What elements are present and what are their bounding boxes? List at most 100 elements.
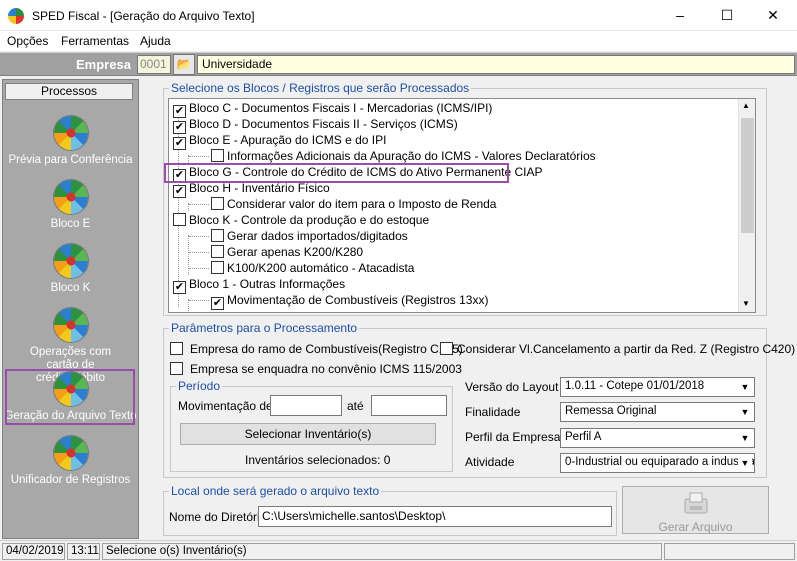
empresa-name-field: Universidade [197,55,795,74]
menu-bar: Opções Ferramentas Ajuda [0,31,797,51]
tree-item-checkbox[interactable]: ✔ [173,185,186,198]
perfil-label: Perfil da Empresa [465,430,561,444]
process-icon [53,308,88,342]
atividade-label: Atividade [465,455,515,469]
menu-opcoes[interactable]: Opções [7,34,48,48]
generate-file-icon [684,492,707,514]
tree-item-label: Considerar valor do item para o Imposto … [227,197,497,211]
scroll-up-icon[interactable]: ▲ [742,101,750,110]
tree-item[interactable]: ✔ Bloco D - Documentos Fiscais II - Servi… [173,116,458,134]
tree-item[interactable]: Considerar valor do item para o Imposto … [189,196,497,212]
sidebar-item-unificador[interactable]: Unificador de Registros [4,436,137,487]
status-extra [664,543,795,560]
blocos-legend: Selecione os Blocos / Registros que serã… [169,81,472,95]
chevron-down-icon: ▼ [740,433,750,443]
atividade-select[interactable]: 0-Industrial ou equiparado a industrial ▼ [560,453,755,473]
active-item-highlight [5,369,135,425]
versao-label: Versão do Layout [465,380,559,394]
tree-item-checkbox[interactable] [211,261,224,274]
tree-item-label: Bloco E - Apuração do ICMS e do IPI [189,133,387,147]
finalidade-value: Remessa Original [565,405,657,417]
status-time: 13:11 [67,543,100,560]
versao-select[interactable]: 1.0.11 - Cotepe 01/01/2018 ▼ [560,377,755,397]
scroll-thumb[interactable] [741,118,754,233]
process-icon [53,116,88,150]
gerar-arquivo-button[interactable]: Gerar Arquivo [622,486,769,534]
window-title: SPED Fiscal - [Geração do Arquivo Texto] [32,9,255,23]
tree-item[interactable]: K100/K200 automático - Atacadista [189,260,414,276]
menu-ajuda[interactable]: Ajuda [140,34,171,48]
empresa-code-field[interactable]: 0001 [137,55,171,74]
blocos-tree[interactable]: ✔ Bloco C - Documentos Fiscais I - Mercad… [168,98,756,313]
convenio-checkbox[interactable] [170,362,183,375]
versao-value: 1.0.11 - Cotepe 01/01/2018 [565,380,705,392]
tree-item[interactable]: Bloco K - Controle da produção e do esto… [173,212,429,228]
diretorio-input[interactable]: C:\Users\michelle.santos\Desktop\ [258,506,612,527]
tree-item[interactable]: ✔ Movimentação de Combustíveis (Registros… [189,292,489,310]
tree-item[interactable]: Gerar dados importados/digitados [189,228,408,244]
sidebar-header: Processos [5,83,133,100]
tree-item[interactable]: ✔ Bloco 1 - Outras Informações [173,276,346,294]
tree-item-checkbox[interactable]: ✔ [211,297,224,310]
tree-item-label: Bloco D - Documentos Fiscais II - Serviç… [189,117,458,131]
movimentacao-label: Movimentação de [178,399,273,413]
finalidade-select[interactable]: Remessa Original ▼ [560,402,755,422]
sidebar-item-bloco-k[interactable]: Bloco K [4,244,137,295]
empresa-label: Empresa [76,57,131,72]
combustiveis-checkbox[interactable] [170,342,183,355]
tree-item-checkbox[interactable]: ✔ [173,137,186,150]
finalidade-label: Finalidade [465,405,521,419]
maximize-button[interactable]: ☐ [704,0,750,31]
app-icon [8,8,24,24]
parametros-legend: Parâmetros para o Processamento [169,321,360,335]
perfil-select[interactable]: Perfil A ▼ [560,428,755,448]
diretorio-label: Nome do Diretório [169,510,267,524]
sidebar-item-bloco-e[interactable]: Bloco E [4,180,137,231]
sidebar-item-previa[interactable]: Prévia para Conferência [4,116,137,167]
scroll-down-icon[interactable]: ▼ [742,299,750,308]
chevron-down-icon: ▼ [740,407,750,417]
tree-item-checkbox[interactable] [211,229,224,242]
status-bar: 04/02/2019 13:11 Selecione o(s) Inventár… [0,540,797,561]
tree-item-checkbox[interactable] [211,197,224,210]
tree-item-label: Gerar apenas K200/K280 [227,245,364,259]
chevron-down-icon: ▼ [738,455,752,471]
tree-item-checkbox[interactable] [173,213,186,226]
tree-item-checkbox[interactable]: ✔ [173,281,186,294]
tree-scrollbar[interactable]: ▲ ▼ [738,99,755,312]
process-icon [53,244,88,278]
empresa-bar: Empresa 0001 📂 Universidade [0,52,797,76]
inventarios-selecionados: Inventários selecionados: 0 [245,453,391,467]
tree-item-label: Bloco H - Inventário Físico [189,181,330,195]
convenio-option[interactable]: Empresa se enquadra no convênio ICMS 115… [170,362,462,376]
selecionar-inventario-button[interactable]: Selecionar Inventário(s) [180,423,436,445]
combustiveis-option[interactable]: Empresa do ramo de Combustíveis(Registro… [170,342,463,356]
cancelamento-label: Considerar Vl.Cancelamento a partir da R… [457,342,796,356]
open-folder-button[interactable]: 📂 [173,54,195,75]
cancelamento-checkbox[interactable] [440,342,453,355]
cancelamento-option[interactable]: Considerar Vl.Cancelamento a partir da R… [440,342,795,356]
movimentacao-from-input[interactable] [270,395,342,416]
tree-item[interactable]: ✔ Bloco C - Documentos Fiscais I - Mercad… [173,100,493,118]
bloco-g-highlight [164,163,509,183]
tree-item[interactable]: Informações Adicionais da Apuração do IC… [189,148,596,164]
atividade-value: 0-Industrial ou equiparado a industrial [565,456,755,468]
title-bar: SPED Fiscal - [Geração do Arquivo Texto]… [0,0,797,31]
sidebar-item-label: Unificador de Registros [10,474,131,486]
tree-item[interactable]: Gerar apenas K200/K280 [189,244,364,260]
movimentacao-to-input[interactable] [371,395,447,416]
tree-item-label: Bloco K - Controle da produção e do esto… [189,213,430,227]
local-legend: Local onde será gerado o arquivo texto [169,484,382,498]
close-button[interactable]: ✕ [750,0,796,31]
tree-item-checkbox[interactable] [211,149,224,162]
menu-ferramentas[interactable]: Ferramentas [61,34,129,48]
tree-item-label: Movimentação de Combustíveis (Registros … [227,293,489,307]
tree-item-label: Bloco 1 - Outras Informações [189,277,346,291]
tree-item-label: Bloco C - Documentos Fiscais I - Mercado… [189,101,493,115]
tree-item[interactable]: ✔ Bloco E - Apuração do ICMS e do IPI [173,132,387,150]
tree-item-label: Gerar dados importados/digitados [227,229,408,243]
convenio-label: Empresa se enquadra no convênio ICMS 115… [190,362,462,376]
perfil-value: Perfil A [565,431,602,443]
minimize-button[interactable]: – [657,0,703,31]
tree-item-checkbox[interactable] [211,245,224,258]
